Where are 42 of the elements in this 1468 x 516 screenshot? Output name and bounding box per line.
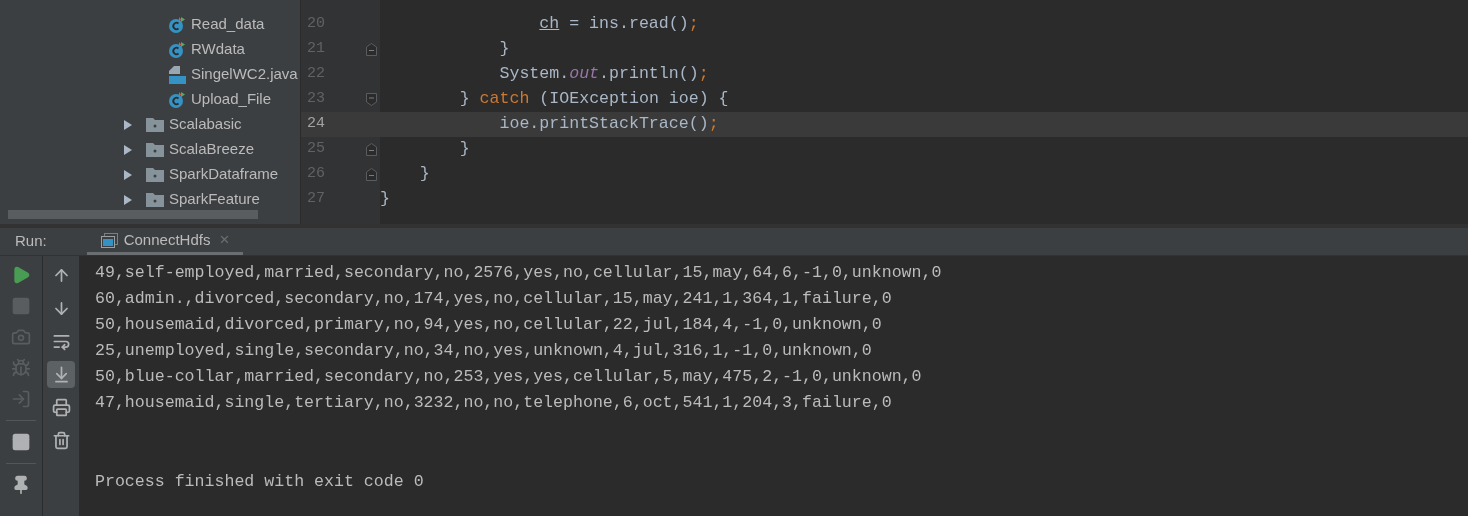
folder-icon bbox=[146, 167, 164, 182]
collapsed-arrow-icon[interactable] bbox=[122, 118, 134, 131]
class-file-icon bbox=[168, 15, 186, 34]
wrap-icon bbox=[51, 332, 71, 351]
console-output-line: 50,housemaid,divorced,primary,no,94,yes,no,cellular,22,jul,184,4,-1,0,unknown,0 bbox=[95, 314, 882, 336]
tree-item[interactable]: Read_data bbox=[191, 13, 265, 36]
horizontal-scrollbar[interactable] bbox=[8, 210, 258, 219]
fold-marker-icon[interactable] bbox=[365, 168, 377, 181]
run-icon[interactable] bbox=[11, 265, 31, 285]
folder-icon bbox=[146, 117, 164, 132]
tree-item[interactable]: SparkFeature bbox=[169, 188, 260, 211]
class-file-icon bbox=[168, 40, 186, 59]
run-label: Run: bbox=[14, 231, 48, 252]
pin-icon[interactable] bbox=[11, 475, 31, 495]
console-output-line: 50,blue-collar,married,secondary,no,253,yes,yes,cellular,5,may,475,2,-1,0,unknown,0 bbox=[95, 366, 922, 388]
console-window-icon bbox=[100, 232, 118, 248]
folder-icon bbox=[146, 192, 164, 207]
tree-item[interactable]: ScalaBreeze bbox=[169, 138, 255, 161]
console-output-line: 25,unemployed,single,secondary,no,34,no,yes,unknown,4,jul,316,1,-1,0,unknown,0 bbox=[95, 340, 872, 362]
exit-message: Process finished with exit code 0 bbox=[95, 471, 424, 493]
scroll-to-end-button[interactable] bbox=[47, 361, 75, 388]
tree-item[interactable]: Scalabasic bbox=[169, 113, 242, 136]
fold-marker-icon[interactable] bbox=[365, 93, 377, 106]
fold-marker-icon[interactable] bbox=[365, 143, 377, 156]
tree-item[interactable]: Upload_File bbox=[191, 88, 272, 111]
class-file-icon bbox=[168, 90, 186, 109]
console-output-line: 60,admin.,divorced,secondary,no,174,yes,no,cellular,15,may,241,1,364,1,failure,0 bbox=[95, 288, 892, 310]
line-number: 24 bbox=[306, 114, 326, 135]
collapsed-arrow-icon[interactable] bbox=[122, 168, 134, 181]
trash-icon bbox=[51, 431, 71, 450]
console-output-line: 47,housemaid,single,tertiary,no,3232,no,no,telephone,6,oct,541,1,204,3,failure,0 bbox=[95, 392, 892, 414]
tree-item[interactable]: RWdata bbox=[191, 38, 245, 61]
tab-label: ConnectHdfs bbox=[123, 229, 211, 250]
java-file-icon bbox=[168, 64, 186, 85]
printer-icon bbox=[51, 398, 71, 417]
tree-item[interactable]: SingelWC2.java bbox=[191, 63, 298, 86]
collapsed-arrow-icon[interactable] bbox=[122, 193, 134, 206]
tree-item[interactable]: SparkDataframe bbox=[169, 163, 279, 186]
folder-icon bbox=[146, 142, 164, 157]
collapsed-arrow-icon[interactable] bbox=[122, 143, 134, 156]
fold-marker-icon[interactable] bbox=[365, 43, 377, 56]
console-output-line: 49,self-employed,married,secondary,no,2576,yes,no,cellular,15,may,64,6,-1,0,unknown,0 bbox=[95, 262, 942, 284]
